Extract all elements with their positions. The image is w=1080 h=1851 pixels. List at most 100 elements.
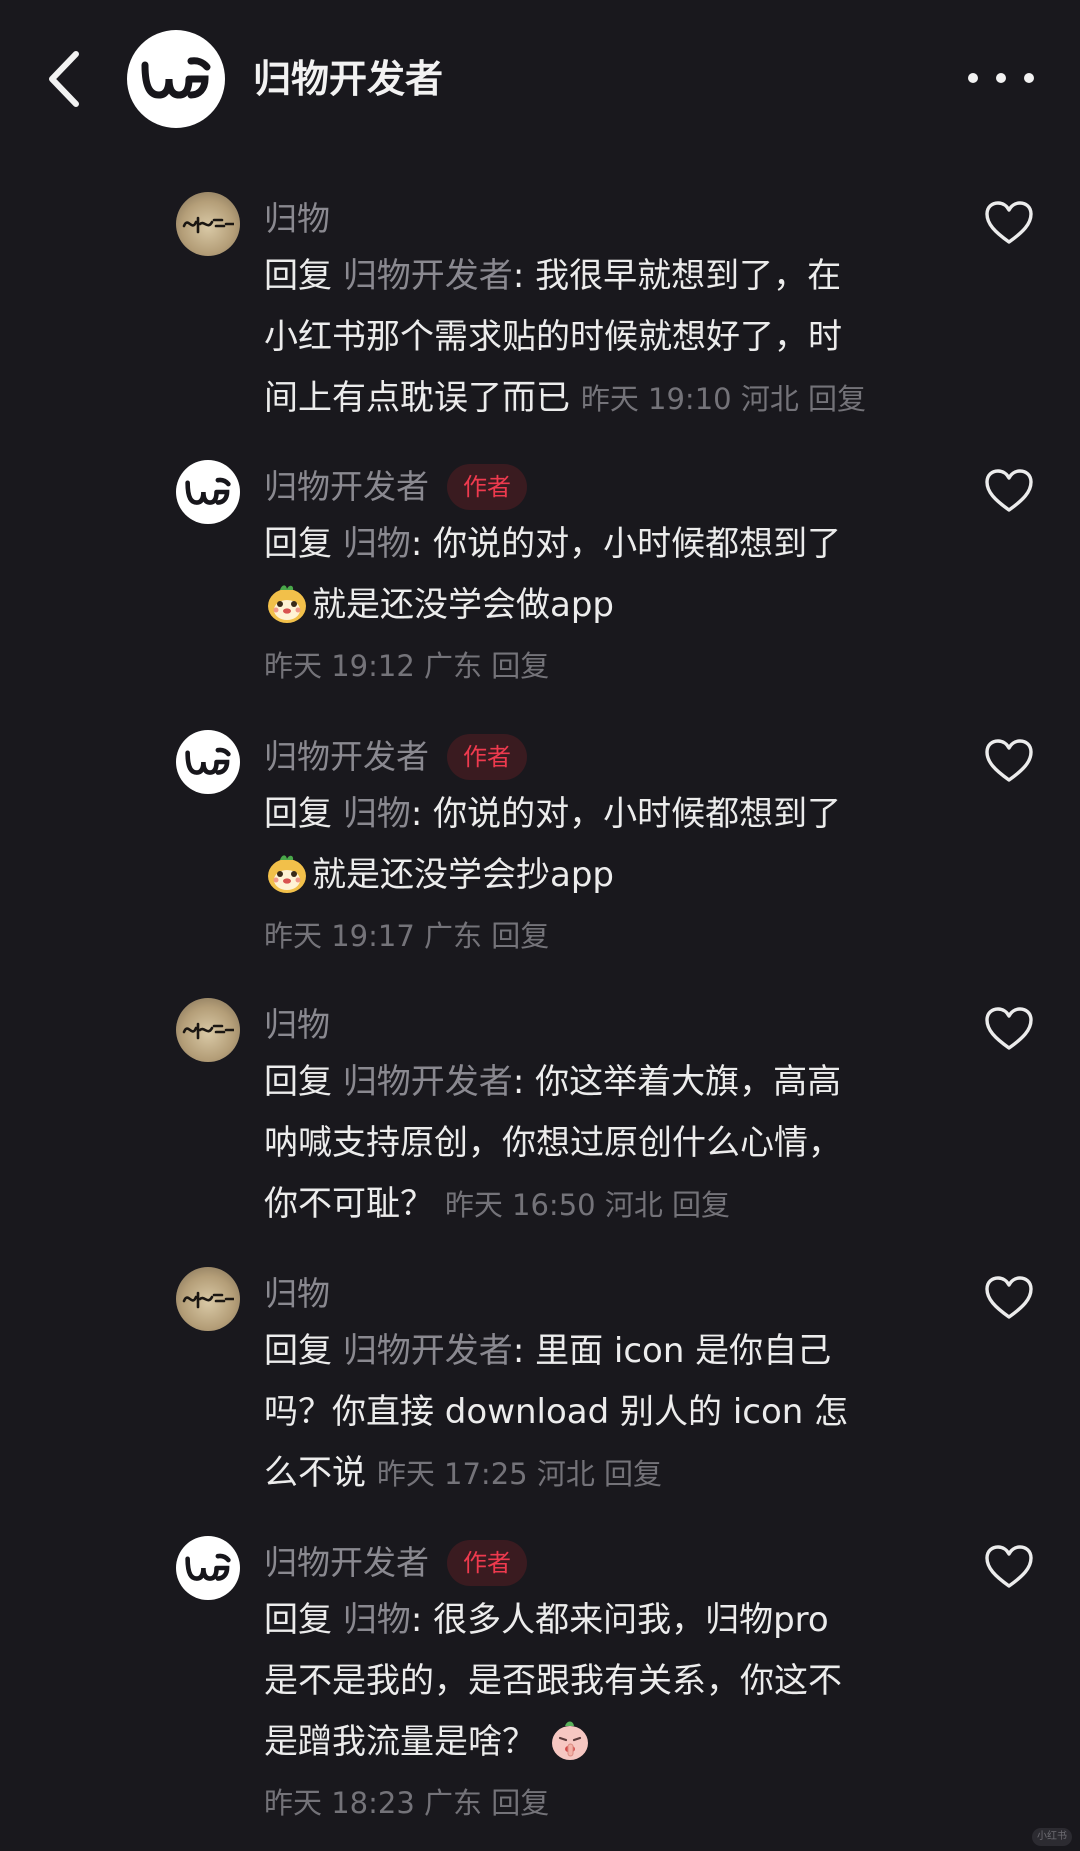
comment-meta: 昨天 19:17 广东 回复	[264, 906, 944, 967]
heart-outline-icon	[985, 739, 1033, 782]
comment-text-segment: 是不是我的，是否跟我有关系，你这不	[264, 1661, 842, 1701]
comment-text-segment: 回复	[264, 1062, 343, 1102]
comment-text-segment: 回复	[264, 794, 343, 834]
avatar[interactable]	[176, 192, 240, 256]
comment-text-segment: 呐喊支持原创，你想过原创什么心情，	[264, 1123, 842, 1163]
like-button[interactable]	[984, 1275, 1034, 1321]
author-badge: 作者	[447, 1540, 527, 1586]
comment-time: 昨天 18:23	[264, 1786, 415, 1820]
comment-meta: 昨天 16:50 河北	[444, 1188, 673, 1222]
comment-line: 回复 归物: 很多人都来问我，归物pro	[264, 1590, 944, 1651]
comment-header: 归物	[264, 192, 330, 246]
comment-meta: 昨天 17:25 河北	[376, 1457, 605, 1491]
comment-text-segment: 间上有点耽误了而已	[264, 378, 581, 418]
chevron-left-icon	[49, 51, 79, 107]
back-button[interactable]	[40, 44, 96, 114]
avatar[interactable]	[176, 1536, 240, 1600]
mentioned-user-link[interactable]: 归物	[343, 524, 411, 564]
reply-button[interactable]: 回复	[491, 649, 549, 683]
mentioned-user-link[interactable]: 归物开发者	[343, 1062, 513, 1102]
comment-text: 回复 归物开发者: 我很早就想到了，在小红书那个需求贴的时候就想好了，时 间上有点…	[264, 246, 944, 429]
comment-author-name[interactable]: 归物开发者	[264, 460, 429, 514]
avatar[interactable]	[127, 30, 225, 128]
like-button[interactable]	[984, 200, 1034, 246]
comment-location: 广东	[424, 1786, 483, 1820]
comment-text-segment: 么不说	[264, 1453, 377, 1493]
comment-header: 归物开发者 作者	[264, 730, 527, 784]
comment-author-name[interactable]: 归物	[264, 1267, 330, 1321]
comment-text-segment: 就是还没学会抄app	[312, 855, 614, 895]
smiling-face-emoji-icon	[268, 855, 306, 893]
smiling-face-emoji-icon	[268, 585, 306, 623]
guiwu-logo-icon	[185, 1553, 231, 1581]
comment-line: 回复 归物开发者: 我很早就想到了，在	[264, 246, 944, 307]
comment-author-name[interactable]: 归物	[264, 192, 330, 246]
comment-location: 广东	[424, 919, 483, 953]
like-button[interactable]	[984, 1006, 1034, 1052]
more-button[interactable]	[968, 56, 1034, 100]
author-badge: 作者	[447, 734, 527, 780]
calligraphy-avatar-icon	[182, 1022, 234, 1040]
guiwu-logo-icon	[141, 57, 211, 99]
heart-outline-icon	[985, 469, 1033, 512]
comment-text: 回复 归物: 很多人都来问我，归物pro 是不是我的，是否跟我有关系，你这不是蹭我…	[264, 1590, 944, 1834]
comment-line: 回复 归物开发者: 里面 icon 是你自己	[264, 1321, 944, 1382]
comment-text: 回复 归物: 你说的对，小时候都想到了就是还没学会做app 昨天 19:12 广东…	[264, 514, 944, 697]
like-button[interactable]	[984, 1544, 1034, 1590]
comment-location: 广东	[424, 649, 483, 683]
watermark: 小红书	[1032, 1828, 1072, 1846]
shushing-face-emoji-icon	[551, 1721, 588, 1760]
comment-author-name[interactable]: 归物	[264, 998, 330, 1052]
comment-text-segment: : 很多人都来问我，归物pro	[410, 1600, 829, 1640]
comment-text-segment: 回复	[264, 1600, 343, 1640]
mentioned-user-link[interactable]: 归物	[343, 794, 411, 834]
comment-author-name[interactable]: 归物开发者	[264, 1536, 429, 1590]
reply-button[interactable]: 回复	[808, 382, 866, 416]
comment-header: 归物开发者 作者	[264, 1536, 527, 1590]
heart-outline-icon	[985, 1276, 1033, 1319]
comment-text-segment: 吗？你直接 download 别人的 icon 怎	[264, 1392, 849, 1432]
reply-button[interactable]: 回复	[672, 1188, 730, 1222]
like-button[interactable]	[984, 468, 1034, 514]
comment-text: 回复 归物: 你说的对，小时候都想到了 就是还没学会抄app 昨天 19:17 广东…	[264, 784, 944, 967]
comment-header: 归物	[264, 1267, 330, 1321]
comment-meta: 昨天 19:10 河北	[580, 382, 809, 416]
avatar[interactable]	[176, 1267, 240, 1331]
more-dots-icon	[968, 73, 978, 83]
comment-line: 就是还没学会抄app	[264, 845, 944, 906]
reply-button[interactable]: 回复	[491, 1786, 549, 1820]
comment-header: 归物	[264, 998, 330, 1052]
comment-line: 是不是我的，是否跟我有关系，你这不	[264, 1651, 944, 1712]
comment-text: 回复 归物开发者: 你这举着大旗，高高 呐喊支持原创，你想过原创什么心情， 你不可耻…	[264, 1052, 944, 1235]
comment-line: 小红书那个需求贴的时候就想好了，时	[264, 307, 944, 368]
comment-text-segment: 就是还没学会做app	[312, 585, 614, 625]
guiwu-logo-icon	[185, 477, 231, 505]
mentioned-user-link[interactable]: 归物开发者	[343, 256, 513, 296]
author-badge: 作者	[447, 464, 527, 510]
comment-text-segment: 回复	[264, 524, 343, 564]
comment-header: 归物开发者 作者	[264, 460, 527, 514]
avatar[interactable]	[176, 730, 240, 794]
comment-text-segment: 小红书那个需求贴的时候就想好了，时	[264, 317, 842, 357]
like-button[interactable]	[984, 738, 1034, 784]
heart-outline-icon	[985, 1007, 1033, 1050]
comment-meta: 昨天 19:12 广东 回复	[264, 636, 944, 697]
comment-line: 么不说 昨天 17:25 河北 回复	[264, 1443, 944, 1504]
calligraphy-avatar-icon	[182, 1291, 234, 1309]
comment-text-segment: : 你说的对，小时候都想到了	[410, 524, 842, 564]
mentioned-user-link[interactable]: 归物开发者	[343, 1331, 513, 1371]
comment-text-segment: : 我很早就想到了，在	[512, 256, 842, 296]
reply-button[interactable]: 回复	[491, 919, 549, 953]
reply-button[interactable]: 回复	[604, 1457, 662, 1491]
comment-text-segment: : 里面 icon 是你自己	[512, 1331, 832, 1371]
more-dot	[1024, 73, 1034, 83]
comment-line: 是蹭我流量是啥？	[264, 1712, 944, 1773]
heart-outline-icon	[985, 1545, 1033, 1588]
comment-time: 昨天 19:17	[264, 919, 415, 953]
avatar[interactable]	[176, 998, 240, 1062]
comment-author-name[interactable]: 归物开发者	[264, 730, 429, 784]
mentioned-user-link[interactable]: 归物	[343, 1600, 411, 1640]
comment-time: 昨天 19:12	[264, 649, 415, 683]
avatar[interactable]	[176, 460, 240, 524]
comment-line: 回复 归物: 你说的对，小时候都想到了	[264, 514, 944, 575]
